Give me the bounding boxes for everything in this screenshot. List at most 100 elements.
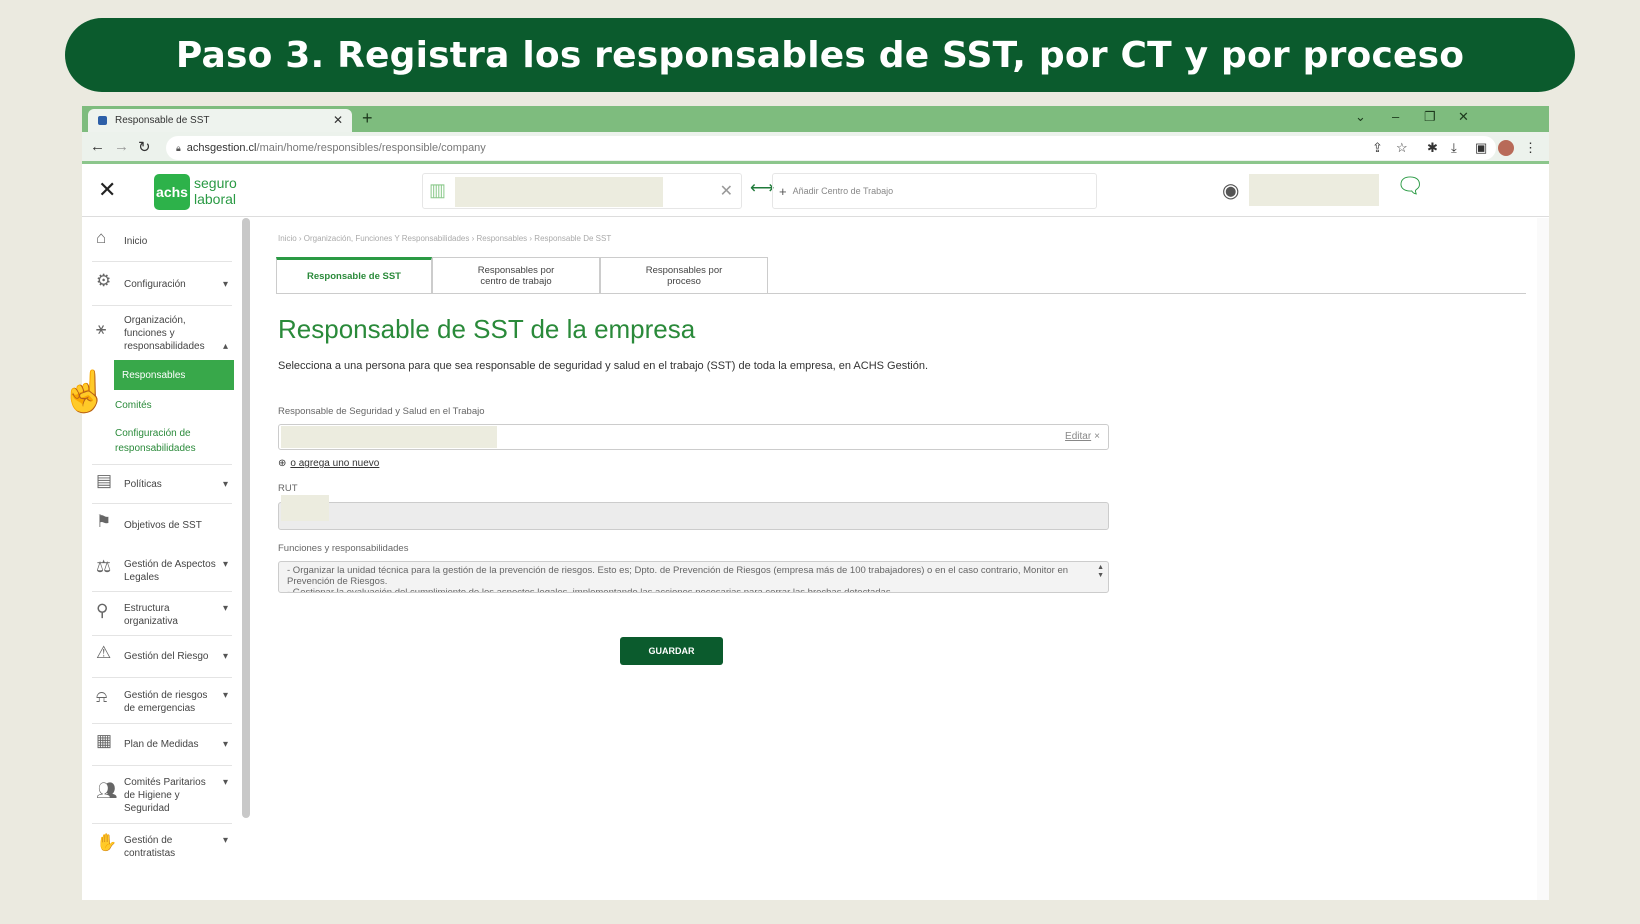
save-button[interactable]: GUARDAR — [620, 637, 723, 665]
sidebar-item-plan-medidas[interactable]: ▦ Plan de Medidas ▾ — [92, 724, 232, 766]
edit-link[interactable]: Editar — [1065, 431, 1091, 442]
side-panel-icon[interactable]: ▣ — [1475, 140, 1487, 156]
profile-avatar[interactable] — [1498, 140, 1514, 156]
download-icon[interactable]: ⤓ — [1451, 140, 1457, 156]
clipboard-icon: ▦ — [96, 731, 113, 750]
chevron-down-icon[interactable]: ▾ — [223, 558, 228, 571]
browser-tab[interactable]: Responsable de SST ✕ — [88, 109, 352, 132]
tab-close-icon[interactable]: ✕ — [333, 113, 343, 127]
warning-icon: ⚠ — [96, 643, 112, 662]
sidebar-subitem-comites[interactable]: Comités — [115, 398, 152, 413]
chevron-down-icon[interactable]: ▾ — [223, 478, 228, 491]
sidebar-item-label: Gestión de contratistas — [124, 835, 176, 859]
sidebar-subitem-responsables[interactable]: Responsables — [114, 360, 234, 390]
siren-icon: ⍾ — [96, 687, 108, 706]
logo-text: seguro laboral — [194, 175, 237, 207]
responsible-label: Responsable de Seguridad y Salud en el T… — [278, 406, 485, 417]
swap-icon[interactable]: ⟷ — [750, 178, 774, 198]
network-icon: ⚹ — [96, 319, 107, 338]
building-icon: ▥ — [429, 180, 447, 200]
tab-responsable-sst[interactable]: Responsable de SST — [276, 257, 432, 293]
reload-icon[interactable]: ↻ — [138, 138, 151, 156]
restore-button[interactable]: ❐ — [1424, 109, 1436, 125]
chevron-down-icon[interactable]: ▾ — [223, 689, 228, 702]
back-arrow-icon[interactable]: ← — [90, 138, 105, 155]
clear-icon[interactable]: × — [1094, 431, 1100, 442]
browser-window: Responsable de SST ✕ + ⌄ – ❐ ✕ ← → ↻ 🔒︎ … — [82, 106, 1549, 900]
textarea-spinner-icon[interactable]: ▲ ▼ — [1097, 564, 1104, 580]
sidebar-item-aspectos-legales[interactable]: ⚖ Gestión de Aspectos Legales ▾ — [92, 548, 232, 592]
window-close-button[interactable]: ✕ — [1458, 109, 1469, 125]
sidebar-item-organizacion[interactable]: ⚹ Organización, funciones y responsabili… — [92, 306, 232, 358]
address-bar[interactable]: 🔒︎ achsgestion.cl/main/home/responsibles… — [166, 136, 1496, 160]
org-chart-icon: ⚲ — [96, 601, 109, 620]
user-name-redacted[interactable] — [1249, 174, 1379, 206]
help-chat-icon[interactable]: 🗨︎ — [1396, 173, 1424, 199]
breadcrumb: Inicio › Organización, Funciones Y Respo… — [278, 234, 612, 243]
star-icon[interactable]: ☆ — [1396, 140, 1408, 156]
sidebar-item-label: Plan de Medidas — [124, 739, 199, 750]
sidebar-item-label: Gestión de riesgos de emergencias — [124, 690, 208, 714]
page-description: Selecciona a una persona para que sea re… — [278, 360, 929, 372]
page-scrollbar[interactable] — [1537, 218, 1549, 900]
chevron-down-icon[interactable]: ▾ — [223, 776, 228, 789]
scales-icon: ⚖ — [96, 557, 112, 576]
company-selector[interactable]: ▥ ✕ — [422, 173, 742, 209]
sidebar-item-objetivos[interactable]: ⚑ Objetivos de SST — [92, 505, 232, 547]
sidebar-item-label: Configuración — [124, 279, 186, 290]
sidebar-item-gestion-riesgo[interactable]: ⚠ Gestión del Riesgo ▾ — [92, 636, 232, 678]
company-name-redacted — [455, 177, 663, 207]
sidebar-subitem-configuracion[interactable]: Configuración de responsabilidades — [115, 426, 205, 456]
sidebar-scrollbar[interactable] — [242, 218, 250, 818]
sidebar-item-label: Estructura organizativa — [124, 603, 178, 627]
chevron-down-icon[interactable]: ▾ — [223, 738, 228, 751]
sidebar-item-contratistas[interactable]: ✋ Gestión de contratistas ▾ — [92, 824, 232, 870]
chevron-down-icon[interactable]: ▾ — [223, 650, 228, 663]
sidebar-item-emergencias[interactable]: ⍾ Gestión de riesgos de emergencias ▾ — [92, 678, 232, 724]
chevron-up-icon[interactable]: ▴ — [223, 340, 228, 353]
app-header: ✕ achs seguro laboral ▥ ✕ ⟷ + Añadir Cen… — [82, 167, 1549, 217]
add-new-label[interactable]: o agrega uno nuevo — [290, 458, 379, 469]
main-content: Inicio › Organización, Funciones Y Respo… — [258, 218, 1549, 900]
tab-responsables-centro[interactable]: Responsables por centro de trabajo — [432, 257, 600, 293]
sidebar-item-label: Comités Paritarios de Higiene y Segurida… — [124, 777, 206, 814]
close-menu-icon[interactable]: ✕ — [98, 177, 116, 203]
handshake-icon: ✋ — [96, 833, 118, 852]
new-tab-button[interactable]: + — [362, 108, 373, 129]
sidebar-item-configuracion[interactable]: ⚙ Configuración ▾ — [92, 262, 232, 306]
forward-arrow-icon[interactable]: → — [114, 138, 129, 155]
sidebar-item-comites-paritarios[interactable]: 👥︎ Comités Paritarios de Higiene y Segur… — [92, 766, 232, 824]
chevron-down-icon[interactable]: ▾ — [223, 278, 228, 291]
url-host: achsgestion.cl — [186, 142, 257, 154]
shield-icon — [98, 116, 107, 125]
add-work-center-placeholder: Añadir Centro de Trabajo — [792, 186, 894, 196]
document-icon: ▤ — [96, 471, 113, 490]
share-icon[interactable]: ⇪ — [1372, 140, 1383, 156]
tab-search-icon[interactable]: ⌄ — [1355, 109, 1366, 125]
sidebar: ⌂ Inicio ⚙ Configuración ▾ ⚹ Organizació… — [82, 218, 240, 900]
sidebar-item-inicio[interactable]: ⌂ Inicio — [92, 218, 232, 262]
functions-textarea[interactable]: - Organizar la unidad técnica para la ge… — [278, 561, 1109, 593]
add-work-center-input[interactable]: + Añadir Centro de Trabajo — [772, 173, 1097, 209]
responsible-field[interactable]: Editar × — [278, 424, 1109, 450]
logo-line-2: laboral — [194, 191, 237, 207]
chevron-down-icon[interactable]: ▾ — [223, 602, 228, 615]
sidebar-item-estructura[interactable]: ⚲ Estructura organizativa ▾ — [92, 592, 232, 636]
kebab-menu-icon[interactable]: ⋮ — [1524, 140, 1537, 156]
chevron-down-icon[interactable]: ▾ — [223, 834, 228, 847]
minimize-button[interactable]: – — [1392, 109, 1399, 124]
rut-value-redacted — [281, 495, 329, 521]
clear-company-icon[interactable]: ✕ — [720, 181, 733, 201]
sidebar-item-politicas[interactable]: ▤ Políticas ▾ — [92, 464, 232, 504]
browser-tab-title: Responsable de SST — [115, 115, 210, 126]
url-path: /main/home/responsibles/responsible/comp… — [256, 142, 486, 154]
click-pointer-icon: ☝ — [60, 370, 110, 414]
achs-logo[interactable]: achs — [154, 174, 190, 210]
edit-control[interactable]: Editar × — [1065, 431, 1100, 442]
extensions-icon[interactable]: ✱ — [1427, 140, 1438, 156]
add-new-link[interactable]: ⊕ o agrega uno nuevo — [278, 458, 379, 469]
user-icon[interactable]: ◉ — [1222, 178, 1239, 203]
tab-responsables-proceso[interactable]: Responsables por proceso — [600, 257, 768, 293]
functions-text: - Organizar la unidad técnica para la ge… — [287, 565, 1069, 593]
rut-field[interactable] — [278, 495, 1109, 530]
